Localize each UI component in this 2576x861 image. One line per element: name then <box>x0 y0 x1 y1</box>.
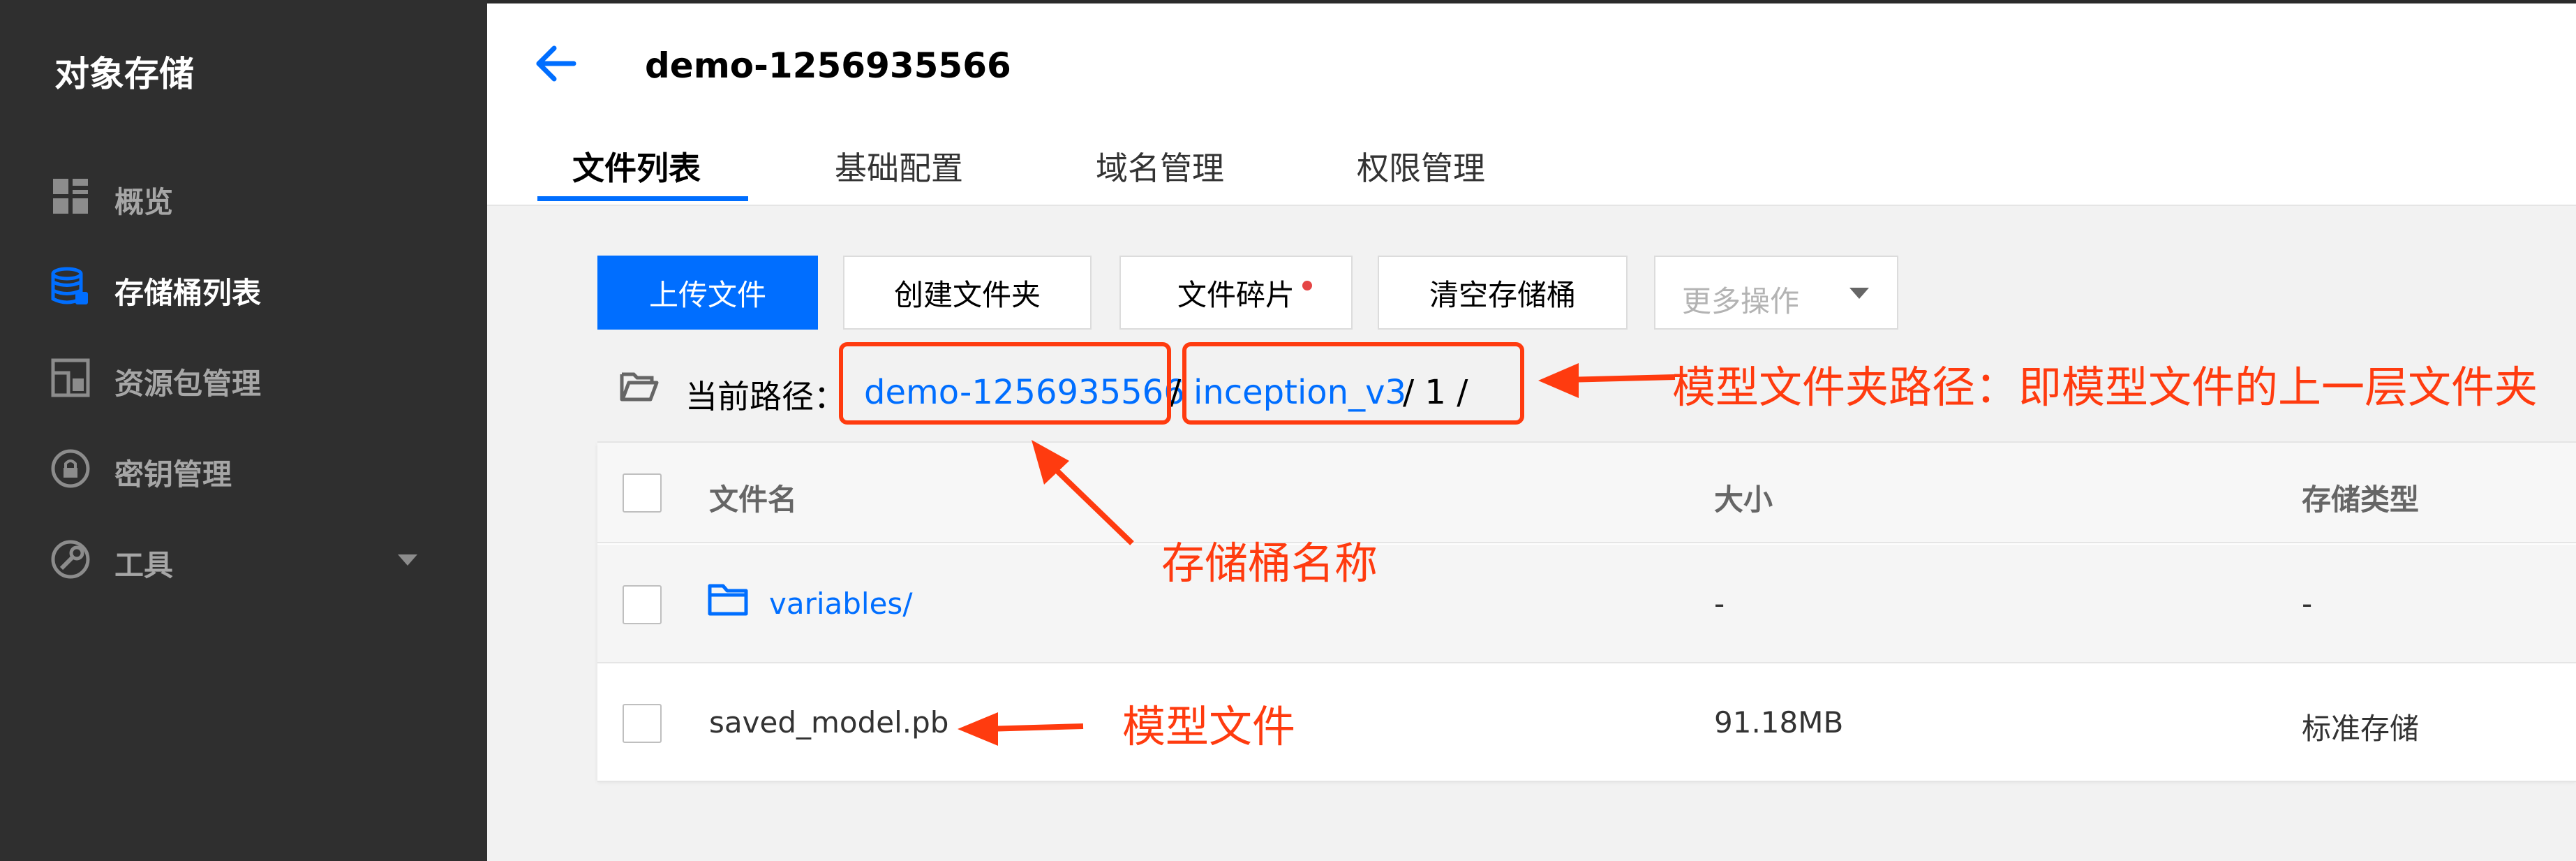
sidebar-item-label: 存储桶列表 <box>114 276 262 310</box>
more-actions-label: 更多操作 <box>1682 284 1800 318</box>
storage-type: - <box>2302 587 2313 621</box>
upload-file-button[interactable]: 上传文件 <box>597 256 818 330</box>
annotation-arrow-folder-path <box>1563 374 1676 383</box>
file-name-link[interactable]: variables/ <box>769 587 912 621</box>
path-link-folder[interactable]: inception_v3 <box>1193 373 1406 412</box>
dashboard-grid-icon <box>53 179 88 214</box>
tools-icon <box>51 540 90 579</box>
file-size: - <box>1714 587 1725 621</box>
create-folder-label: 创建文件夹 <box>893 277 1041 312</box>
file-fragments-button[interactable]: 文件碎片 <box>1119 256 1353 330</box>
more-actions-dropdown[interactable]: 更多操作 <box>1654 256 1898 330</box>
sidebar: 对象存储 概览 存储桶列表 资源包管理 密钥管理 工具 <box>0 0 487 861</box>
empty-bucket-button[interactable]: 清空存储桶 <box>1378 256 1628 330</box>
tab-permission-management[interactable]: 权限管理 <box>1357 143 1485 189</box>
sidebar-item-tools[interactable]: 工具 <box>0 520 487 603</box>
key-lock-icon <box>51 449 90 488</box>
select-all-checkbox[interactable] <box>623 473 662 513</box>
sidebar-item-label: 密钥管理 <box>114 457 232 492</box>
sidebar-item-label: 工具 <box>114 548 174 582</box>
chevron-down-icon <box>398 554 417 566</box>
folder-icon <box>708 584 748 616</box>
tab-file-list[interactable]: 文件列表 <box>572 143 701 189</box>
sidebar-item-bucket-list[interactable]: 存储桶列表 <box>0 247 487 331</box>
annotation-arrowhead-folder-path <box>1538 363 1579 398</box>
file-table: 文件名 大小 存储类型 variables/ - - saved_model.p… <box>597 441 2576 782</box>
page-title: demo-1256935566 <box>645 45 1011 86</box>
table-header: 文件名 大小 存储类型 <box>597 443 2576 543</box>
empty-bucket-label: 清空存储桶 <box>1429 277 1576 312</box>
current-path-label: 当前路径： <box>685 378 846 415</box>
database-bucket-icon <box>51 267 88 304</box>
file-fragments-label: 文件碎片 <box>1177 277 1295 312</box>
storage-type: 标准存储 <box>2302 712 2420 746</box>
annotation-model-file: 模型文件 <box>1122 701 1296 752</box>
sidebar-item-overview[interactable]: 概览 <box>0 156 487 240</box>
folder-open-icon <box>620 372 659 402</box>
sidebar-item-resource-package[interactable]: 资源包管理 <box>0 338 487 422</box>
annotation-folder-path: 模型文件夹路径：即模型文件的上一层文件夹 <box>1672 362 2538 413</box>
path-separator: / <box>1170 373 1182 412</box>
path-tail: / 1 / <box>1403 373 1468 412</box>
column-header-size: 大小 <box>1714 483 1773 517</box>
file-size: 91.18MB <box>1714 705 1844 739</box>
table-row[interactable]: variables/ - - <box>597 545 2576 663</box>
column-header-name: 文件名 <box>709 483 798 517</box>
upload-file-label: 上传文件 <box>648 277 766 312</box>
row-checkbox[interactable] <box>623 585 662 624</box>
sidebar-item-label: 资源包管理 <box>114 367 262 401</box>
page-header: demo-1256935566 文件列表 基础配置 域名管理 权限管理 <box>487 3 2576 206</box>
arrow-left-icon[interactable] <box>533 43 576 84</box>
resource-package-icon <box>51 358 90 397</box>
file-name: saved_model.pb <box>709 705 949 739</box>
sidebar-item-key-management[interactable]: 密钥管理 <box>0 429 487 513</box>
row-checkbox[interactable] <box>623 704 662 743</box>
annotation-bucket-name: 存储桶名称 <box>1161 538 1378 589</box>
sidebar-item-label: 概览 <box>114 185 174 219</box>
table-row[interactable]: saved_model.pb 91.18MB 标准存储 <box>597 663 2576 782</box>
path-link-bucket[interactable]: demo-1256935566 <box>864 373 1185 412</box>
tab-basic-config[interactable]: 基础配置 <box>835 143 963 189</box>
sidebar-title: 对象存储 <box>54 54 194 94</box>
active-tab-indicator <box>537 196 748 201</box>
create-folder-button[interactable]: 创建文件夹 <box>843 256 1092 330</box>
notification-dot <box>1302 281 1312 290</box>
tab-domain-management[interactable]: 域名管理 <box>1096 143 1224 189</box>
chevron-down-icon <box>1849 288 1869 299</box>
column-header-storage-type: 存储类型 <box>2302 483 2420 517</box>
